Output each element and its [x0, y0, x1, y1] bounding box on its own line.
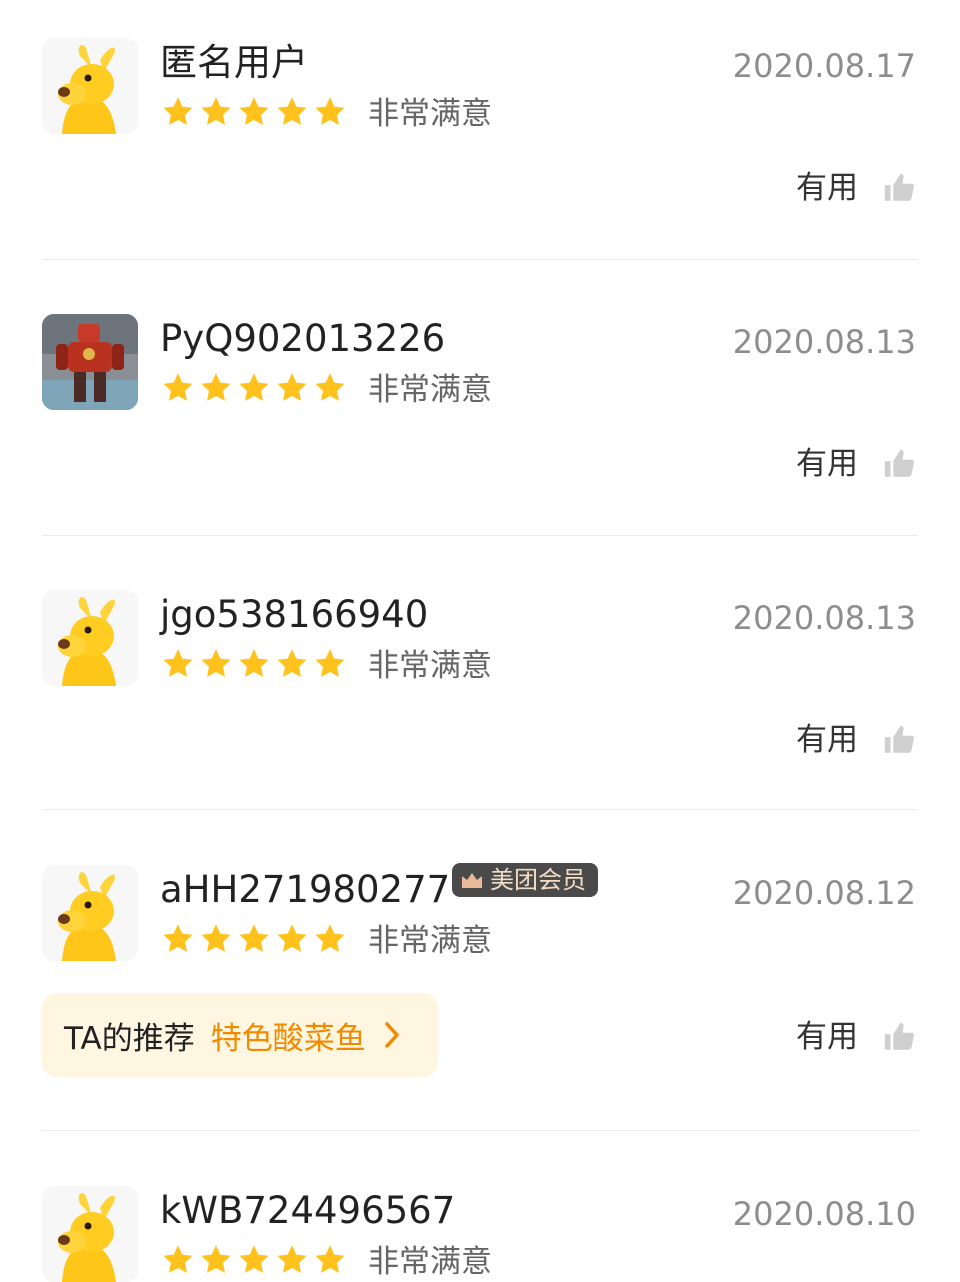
review-date: 2020.08.13: [732, 599, 916, 637]
star-icon: [198, 646, 234, 682]
star-rating: [160, 370, 348, 406]
rating-text: 非常满意: [368, 1244, 492, 1280]
review-item: jgo538166940 2020.08.13 非常满意 有用: [0, 552, 960, 812]
helpful-label: 有用: [796, 722, 858, 758]
star-icon: [160, 646, 196, 682]
divider: [42, 535, 918, 536]
review-item: kWB724496567 2020.08.10 非常满意: [0, 1148, 960, 1282]
star-icon: [198, 1242, 234, 1278]
star-rating: [160, 646, 348, 682]
star-icon: [160, 94, 196, 130]
avatar[interactable]: [42, 590, 138, 686]
star-icon: [312, 646, 348, 682]
star-icon: [236, 646, 272, 682]
avatar[interactable]: [42, 865, 138, 961]
star-icon: [274, 94, 310, 130]
star-icon: [236, 1242, 272, 1278]
star-icon: [198, 921, 234, 957]
member-badge-label: 美团会员: [490, 866, 586, 894]
member-badge: 美团会员: [452, 863, 598, 897]
kangaroo-icon: [42, 590, 138, 686]
review-item: PyQ902013226 2020.08.13 非常满意 有用: [0, 276, 960, 536]
rating-text: 非常满意: [368, 96, 492, 132]
star-icon: [274, 646, 310, 682]
star-rating: [160, 1242, 348, 1278]
helpful-button[interactable]: 有用: [796, 444, 916, 484]
thumbs-up-icon: [882, 171, 916, 205]
helpful-button[interactable]: 有用: [796, 720, 916, 760]
thumbs-up-icon: [882, 723, 916, 757]
star-icon: [236, 94, 272, 130]
divider: [42, 809, 918, 810]
avatar[interactable]: [42, 38, 138, 134]
username[interactable]: kWB724496567: [160, 1188, 455, 1234]
recommendation-card[interactable]: TA的推荐 特色酸菜鱼: [42, 993, 438, 1077]
avatar[interactable]: [42, 1186, 138, 1282]
rating-text: 非常满意: [368, 648, 492, 684]
star-icon: [160, 370, 196, 406]
kangaroo-icon: [42, 1186, 138, 1282]
helpful-button[interactable]: 有用: [796, 168, 916, 208]
kangaroo-icon: [42, 865, 138, 961]
star-icon: [312, 94, 348, 130]
username[interactable]: aHH271980277: [160, 867, 450, 913]
username[interactable]: PyQ902013226: [160, 316, 445, 362]
rating-text: 非常满意: [368, 923, 492, 959]
star-icon: [198, 370, 234, 406]
star-icon: [312, 921, 348, 957]
review-item: 匿名用户 2020.08.17 非常满意 有用: [0, 0, 960, 260]
star-icon: [274, 370, 310, 406]
helpful-label: 有用: [796, 170, 858, 206]
crown-icon: [460, 870, 484, 890]
review-date: 2020.08.13: [732, 323, 916, 361]
star-icon: [274, 921, 310, 957]
helpful-label: 有用: [796, 446, 858, 482]
review-date: 2020.08.12: [732, 874, 916, 912]
chevron-right-icon: [382, 1020, 402, 1050]
username[interactable]: jgo538166940: [160, 592, 428, 638]
star-icon: [160, 1242, 196, 1278]
divider: [42, 259, 918, 260]
star-icon: [160, 921, 196, 957]
star-rating: [160, 921, 348, 957]
divider: [42, 1130, 918, 1131]
star-icon: [274, 1242, 310, 1278]
star-icon: [236, 921, 272, 957]
review-list: 匿名用户 2020.08.17 非常满意 有用 PyQ902013226 202…: [0, 0, 960, 1282]
star-icon: [312, 1242, 348, 1278]
avatar[interactable]: [42, 314, 138, 410]
kangaroo-icon: [42, 38, 138, 134]
recommendation-label: TA的推荐: [64, 1020, 195, 1057]
username[interactable]: 匿名用户: [160, 40, 308, 86]
thumbs-up-icon: [882, 447, 916, 481]
review-date: 2020.08.10: [732, 1195, 916, 1233]
rating-text: 非常满意: [368, 372, 492, 408]
review-date: 2020.08.17: [732, 47, 916, 85]
helpful-label: 有用: [796, 1019, 858, 1055]
star-icon: [198, 94, 234, 130]
robot-photo-icon: [42, 314, 138, 410]
recommended-dish: 特色酸菜鱼: [210, 1020, 366, 1057]
helpful-button[interactable]: 有用: [796, 1017, 916, 1057]
star-icon: [312, 370, 348, 406]
review-item: aHH271980277 美团会员 2020.08.12 非常满意 TA的推荐 …: [0, 827, 960, 1132]
star-icon: [236, 370, 272, 406]
thumbs-up-icon: [882, 1020, 916, 1054]
star-rating: [160, 94, 348, 130]
